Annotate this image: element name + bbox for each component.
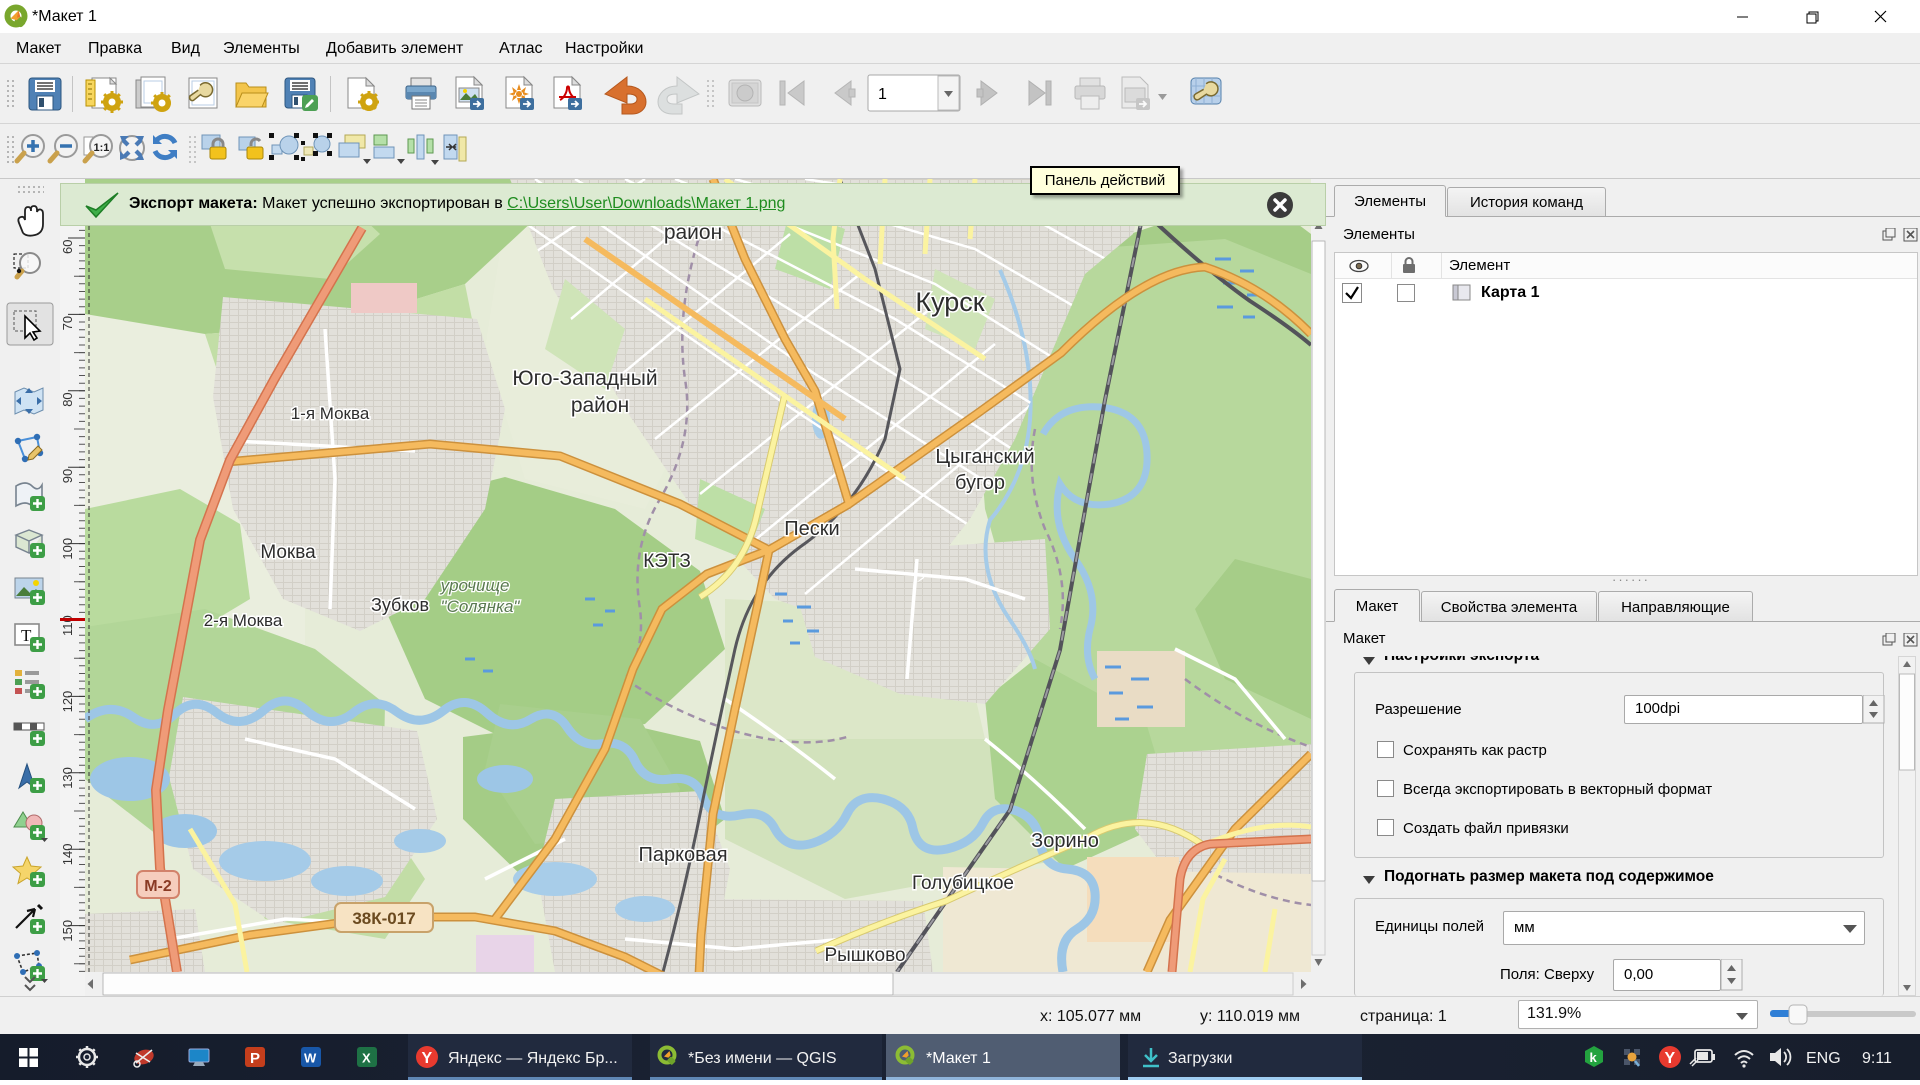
svg-text:"Солянка": "Солянка" xyxy=(441,597,521,616)
svg-text:Загрузки: Загрузки xyxy=(1168,1050,1232,1067)
svg-text:М-2: М-2 xyxy=(144,878,172,895)
svg-text:130: 130 xyxy=(60,767,75,789)
svg-text:60: 60 xyxy=(60,240,75,254)
svg-text:ENG: ENG xyxy=(1806,1050,1841,1067)
svg-text:Зубков: Зубков xyxy=(371,595,429,615)
svg-text:9:11: 9:11 xyxy=(1862,1050,1892,1067)
svg-text:P: P xyxy=(250,1050,260,1067)
svg-text:Курск: Курск xyxy=(915,287,984,317)
svg-text:район: район xyxy=(571,394,629,417)
svg-text:*Макет 1: *Макет 1 xyxy=(926,1050,991,1067)
svg-text:Голубицкое: Голубицкое xyxy=(912,873,1014,894)
svg-text:Юго-Западный: Юго-Западный xyxy=(512,367,657,390)
svg-text:Яндекс — Яндекс Бр...: Яндекс — Яндекс Бр... xyxy=(448,1050,618,1067)
svg-text:Парковая: Парковая xyxy=(638,844,727,866)
svg-text:80: 80 xyxy=(60,392,75,406)
svg-text:*Без имени — QGIS: *Без имени — QGIS xyxy=(688,1050,837,1067)
svg-text:70: 70 xyxy=(60,316,75,330)
svg-text:Рышково: Рышково xyxy=(824,945,905,966)
svg-text:90: 90 xyxy=(60,469,75,483)
svg-text:2-я Моква: 2-я Моква xyxy=(204,611,283,630)
svg-text:100: 100 xyxy=(60,538,75,560)
svg-text:X: X xyxy=(362,1051,371,1066)
svg-text:150: 150 xyxy=(60,920,75,942)
svg-text:бугор: бугор xyxy=(955,472,1005,494)
svg-text:140: 140 xyxy=(60,843,75,865)
svg-text:Пески: Пески xyxy=(784,518,839,540)
svg-text:КЭТЗ: КЭТЗ xyxy=(643,551,691,572)
svg-text:Цыганский: Цыганский xyxy=(935,446,1034,468)
svg-text:урочище: урочище xyxy=(440,576,510,595)
svg-text:Y: Y xyxy=(422,1050,433,1067)
svg-text:Y: Y xyxy=(1665,1050,1676,1067)
svg-text:1-я Моква: 1-я Моква xyxy=(291,404,370,423)
svg-text:1: 1 xyxy=(878,86,887,103)
svg-text:k: k xyxy=(1590,1050,1598,1065)
svg-text:Моква: Моква xyxy=(260,542,316,563)
svg-text:120: 120 xyxy=(60,691,75,713)
svg-text:Зорино: Зорино xyxy=(1031,830,1099,852)
svg-text:38К-017: 38К-017 xyxy=(352,909,415,928)
svg-text:1:1: 1:1 xyxy=(94,142,110,154)
svg-text:W: W xyxy=(304,1051,317,1066)
